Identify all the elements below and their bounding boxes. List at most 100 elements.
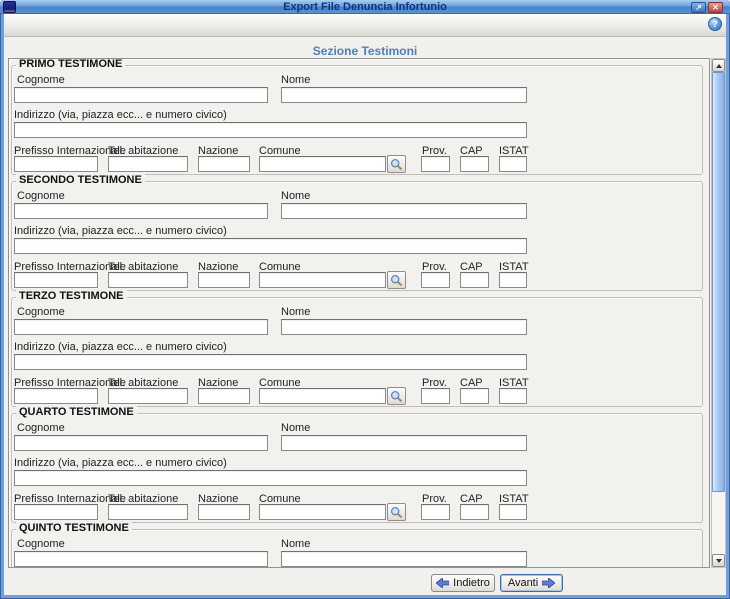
- comune-input[interactable]: [259, 272, 386, 288]
- witness-fieldset: SECONDO TESTIMONE Cognome Nome Indirizzo…: [11, 181, 703, 291]
- nazione-input[interactable]: [198, 272, 250, 288]
- cognome-label: Cognome: [17, 538, 65, 550]
- scroll-up-icon: [716, 64, 722, 68]
- indirizzo-label: Indirizzo (via, piazza ecc... e numero c…: [14, 457, 227, 469]
- prov-input[interactable]: [421, 156, 450, 172]
- indirizzo-input[interactable]: [14, 238, 527, 254]
- witness-legend: QUARTO TESTIMONE: [16, 406, 137, 419]
- footer-bar: Indietro Avanti: [4, 574, 726, 595]
- close-icon: ✕: [712, 3, 719, 12]
- window-title: Export File Denuncia Infortunio: [0, 1, 730, 13]
- close-button[interactable]: ✕: [708, 2, 723, 13]
- nome-input[interactable]: [281, 87, 527, 103]
- comune-search-button[interactable]: [387, 155, 406, 173]
- cognome-input[interactable]: [14, 87, 268, 103]
- content-area: Sezione Testimoni PRIMO TESTIMONE Cognom…: [4, 37, 726, 595]
- restore-icon: ↗: [695, 3, 702, 12]
- scroll-up-button[interactable]: [712, 59, 725, 72]
- nome-label: Nome: [281, 538, 310, 550]
- witness-fieldset: TERZO TESTIMONE Cognome Nome Indirizzo (…: [11, 297, 703, 407]
- nome-input[interactable]: [281, 435, 527, 451]
- cognome-label: Cognome: [17, 422, 65, 434]
- indirizzo-input[interactable]: [14, 122, 527, 138]
- prov-input[interactable]: [421, 272, 450, 288]
- nome-input[interactable]: [281, 203, 527, 219]
- restore-button[interactable]: ↗: [691, 2, 706, 13]
- comune-search-button[interactable]: [387, 503, 406, 521]
- prefisso-internazionale-input[interactable]: [14, 156, 98, 172]
- witness-fieldset: QUARTO TESTIMONE Cognome Nome Indirizzo …: [11, 413, 703, 523]
- comune-input[interactable]: [259, 156, 386, 172]
- scroll-down-icon: [716, 559, 722, 563]
- cognome-label: Cognome: [17, 190, 65, 202]
- nome-input[interactable]: [281, 551, 527, 567]
- back-button[interactable]: Indietro: [431, 574, 495, 592]
- nome-label: Nome: [281, 306, 310, 318]
- search-icon: [388, 274, 405, 287]
- nome-input[interactable]: [281, 319, 527, 335]
- dialog-window: Export File Denuncia Infortunio ↗ ✕ ? Se…: [0, 0, 730, 599]
- search-icon: [388, 506, 405, 519]
- witness-legend: SECONDO TESTIMONE: [16, 174, 145, 187]
- prefisso-internazionale-input[interactable]: [14, 504, 98, 520]
- tel-abitazione-input[interactable]: [108, 272, 188, 288]
- istat-input[interactable]: [499, 272, 527, 288]
- witness-legend: TERZO TESTIMONE: [16, 290, 127, 303]
- istat-input[interactable]: [499, 504, 527, 520]
- indirizzo-label: Indirizzo (via, piazza ecc... e numero c…: [14, 341, 227, 353]
- prov-input[interactable]: [421, 388, 450, 404]
- cognome-input[interactable]: [14, 319, 268, 335]
- cap-input[interactable]: [460, 272, 489, 288]
- nazione-input[interactable]: [198, 388, 250, 404]
- search-icon: [388, 158, 405, 171]
- istat-input[interactable]: [499, 388, 527, 404]
- nome-label: Nome: [281, 74, 310, 86]
- indirizzo-label: Indirizzo (via, piazza ecc... e numero c…: [14, 109, 227, 121]
- witness-legend: PRIMO TESTIMONE: [16, 58, 125, 71]
- nazione-input[interactable]: [198, 504, 250, 520]
- toolbar: ?: [4, 14, 726, 37]
- indirizzo-input[interactable]: [14, 354, 527, 370]
- comune-search-button[interactable]: [387, 387, 406, 405]
- tel-abitazione-input[interactable]: [108, 156, 188, 172]
- cognome-input[interactable]: [14, 203, 268, 219]
- indirizzo-input[interactable]: [14, 470, 527, 486]
- witness-fieldset: QUINTO TESTIMONE Cognome Nome Indirizzo …: [11, 529, 703, 568]
- next-button[interactable]: Avanti: [500, 574, 563, 592]
- vertical-scrollbar[interactable]: [711, 58, 726, 568]
- back-button-label: Indietro: [453, 577, 490, 589]
- help-button[interactable]: ?: [708, 17, 722, 31]
- cognome-input[interactable]: [14, 551, 268, 567]
- scroll-down-button[interactable]: [712, 554, 725, 567]
- comune-input[interactable]: [259, 388, 386, 404]
- scrollbar-thumb[interactable]: [712, 72, 725, 492]
- nome-label: Nome: [281, 422, 310, 434]
- cognome-label: Cognome: [17, 74, 65, 86]
- page-title: Sezione Testimoni: [4, 44, 726, 58]
- witness-panel: PRIMO TESTIMONE Cognome Nome Indirizzo (…: [8, 58, 710, 568]
- cap-input[interactable]: [460, 504, 489, 520]
- istat-input[interactable]: [499, 156, 527, 172]
- next-arrow-icon: [542, 578, 555, 588]
- witness-legend: QUINTO TESTIMONE: [16, 522, 132, 535]
- help-icon: ?: [712, 19, 718, 29]
- titlebar[interactable]: Export File Denuncia Infortunio ↗ ✕: [0, 0, 730, 14]
- cognome-input[interactable]: [14, 435, 268, 451]
- next-button-label: Avanti: [508, 577, 538, 589]
- comune-input[interactable]: [259, 504, 386, 520]
- witness-fieldset: PRIMO TESTIMONE Cognome Nome Indirizzo (…: [11, 65, 703, 175]
- nome-label: Nome: [281, 190, 310, 202]
- scrollbar-track[interactable]: [712, 492, 725, 556]
- cap-input[interactable]: [460, 388, 489, 404]
- indirizzo-label: Indirizzo (via, piazza ecc... e numero c…: [14, 225, 227, 237]
- comune-search-button[interactable]: [387, 271, 406, 289]
- back-arrow-icon: [436, 578, 449, 588]
- prefisso-internazionale-input[interactable]: [14, 388, 98, 404]
- cognome-label: Cognome: [17, 306, 65, 318]
- prefisso-internazionale-input[interactable]: [14, 272, 98, 288]
- prov-input[interactable]: [421, 504, 450, 520]
- tel-abitazione-input[interactable]: [108, 504, 188, 520]
- tel-abitazione-input[interactable]: [108, 388, 188, 404]
- cap-input[interactable]: [460, 156, 489, 172]
- nazione-input[interactable]: [198, 156, 250, 172]
